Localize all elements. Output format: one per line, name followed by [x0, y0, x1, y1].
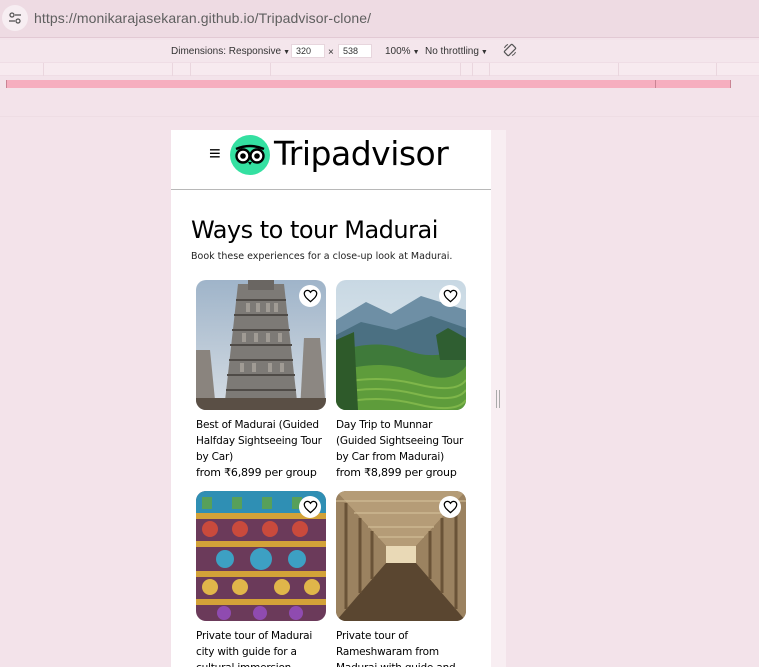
- tour-card[interactable]: Day Trip to Munnar (Guided Sightseeing T…: [336, 280, 466, 481]
- tour-card[interactable]: Private tour of Rameshwaram from Madurai…: [336, 491, 466, 667]
- heart-icon: [443, 289, 457, 303]
- tea-hills-photo[interactable]: [336, 280, 466, 410]
- ruler-tick: [472, 63, 473, 76]
- heart-icon: [303, 289, 317, 303]
- favorite-button[interactable]: [299, 496, 321, 518]
- owl-logo-icon[interactable]: [230, 135, 270, 175]
- ruler-tick: [270, 63, 271, 76]
- tour-card[interactable]: Private tour of Madurai city with guide …: [196, 491, 326, 667]
- card-title[interactable]: Private tour of Madurai city with guide …: [196, 628, 326, 667]
- favorite-button[interactable]: [439, 496, 461, 518]
- ruler-tick: [460, 63, 461, 76]
- dimensions-caret-icon: ▼: [283, 49, 290, 56]
- heart-icon: [443, 500, 457, 514]
- temple-sculptures-photo[interactable]: [196, 491, 326, 621]
- media-bar-edge: [655, 80, 656, 88]
- page-subtitle: Book these experiences for a close-up lo…: [191, 251, 453, 262]
- card-price: from ₹6,899 per group: [196, 466, 317, 479]
- card-title[interactable]: Private tour of Rameshwaram from Madurai…: [336, 628, 466, 667]
- ruler-tick: [43, 63, 44, 76]
- zoom-label: 100%: [385, 46, 411, 57]
- tour-card[interactable]: Best of Madurai (Guided Halfday Sightsee…: [196, 280, 326, 481]
- temple-corridor-photo[interactable]: [336, 491, 466, 621]
- media-bar-edge: [6, 80, 7, 88]
- toolbar-separator: [0, 116, 759, 117]
- dimensions-label: Dimensions: Responsive: [171, 46, 282, 57]
- throttling-select[interactable]: No throttling ▼: [425, 46, 488, 57]
- card-title[interactable]: Day Trip to Munnar (Guided Sightseeing T…: [336, 417, 466, 465]
- throttling-caret-icon: ▼: [480, 49, 488, 56]
- menu-icon[interactable]: ≡: [209, 144, 221, 164]
- device-toolbar: Dimensions: Responsive ▼ 320 × 538 100% ▼ …: [0, 40, 759, 62]
- favorite-button[interactable]: [299, 285, 321, 307]
- heart-icon: [303, 500, 317, 514]
- page-title: Ways to tour Madurai: [191, 216, 438, 244]
- media-query-ruler: [0, 62, 759, 76]
- card-title[interactable]: Best of Madurai (Guided Halfday Sightsee…: [196, 417, 326, 465]
- temple-tower-photo[interactable]: [196, 280, 326, 410]
- ruler-tick: [489, 63, 490, 76]
- media-query-bar[interactable]: [6, 80, 731, 88]
- ruler-tick: [716, 63, 717, 76]
- rotate-icon[interactable]: [503, 43, 517, 60]
- viewport-resize-handle[interactable]: [496, 390, 500, 408]
- dimensions-select[interactable]: Dimensions: Responsive ▼: [171, 46, 290, 57]
- ruler-tick: [172, 63, 173, 76]
- dimension-separator: ×: [328, 47, 334, 58]
- ruler-tick: [190, 63, 191, 76]
- card-price: from ₹8,899 per group: [336, 466, 457, 479]
- ruler-tick: [618, 63, 619, 76]
- zoom-caret-icon: ▼: [412, 49, 420, 56]
- viewport-width-input[interactable]: 320: [291, 44, 325, 58]
- favorite-button[interactable]: [439, 285, 461, 307]
- throttling-label: No throttling: [425, 46, 479, 57]
- zoom-select[interactable]: 100% ▼: [385, 46, 420, 57]
- site-header: ≡ Tripadvisor: [171, 130, 491, 190]
- url-field[interactable]: https://monikarajasekaran.github.io/Trip…: [34, 10, 371, 26]
- emulated-viewport: ≡ Tripadvisor Ways to tour Madurai Book …: [171, 130, 491, 667]
- logo-wordmark[interactable]: Tripadvisor: [274, 134, 449, 174]
- browser-address-bar: https://monikarajasekaran.github.io/Trip…: [0, 0, 759, 38]
- media-bar-edge: [730, 80, 731, 88]
- viewport-height-input[interactable]: 538: [338, 44, 372, 58]
- site-info-icon[interactable]: [2, 5, 28, 31]
